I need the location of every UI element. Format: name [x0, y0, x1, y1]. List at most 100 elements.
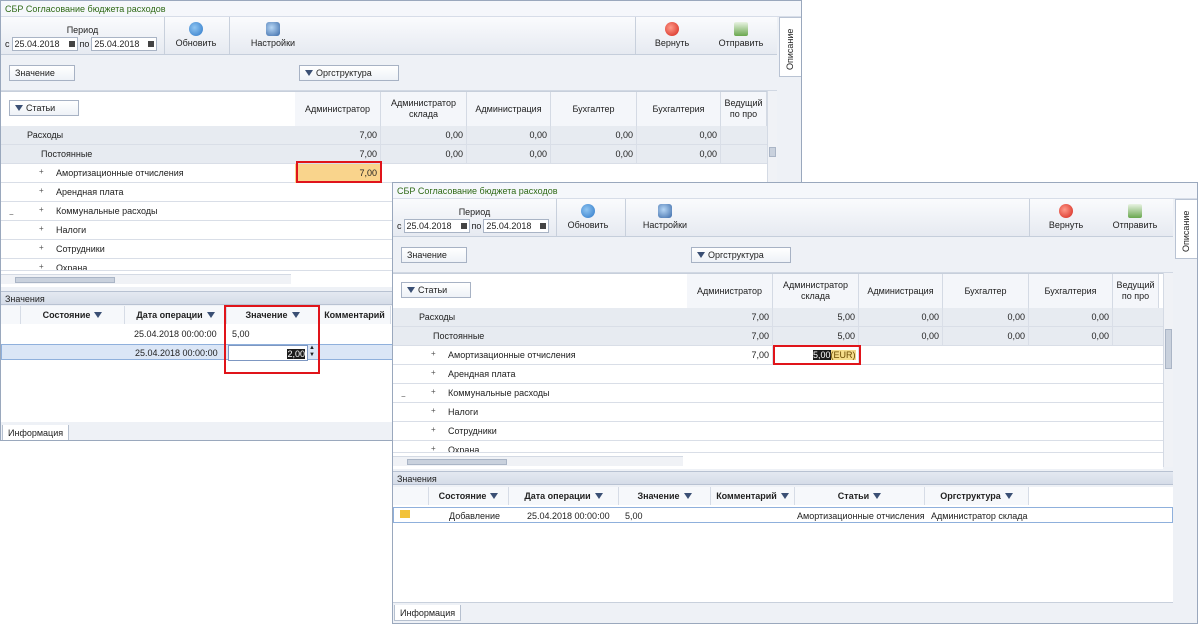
col-comment[interactable]: Комментарий: [319, 306, 391, 324]
period-group: Период с 25.04.2018 по 25.04.2018: [393, 199, 557, 236]
pivot-row-item[interactable]: + Сотрудники: [393, 422, 1163, 441]
vertical-scrollbar[interactable]: [767, 91, 777, 191]
org-structure-chip[interactable]: Оргструктура: [299, 65, 399, 81]
settings-button[interactable]: Настройки: [637, 204, 693, 234]
filter-icon[interactable]: [697, 252, 705, 258]
return-button[interactable]: Вернуть: [647, 22, 697, 52]
expand-icon: +: [431, 368, 436, 377]
settings-icon: [266, 22, 280, 36]
date-from-input[interactable]: 25.04.2018: [11, 37, 78, 51]
col-state[interactable]: Состояние: [21, 306, 125, 324]
pivot-row-item[interactable]: + Коммунальные расходы: [393, 384, 1163, 403]
calendar-icon[interactable]: [148, 41, 155, 47]
spin-buttons-icon[interactable]: ▲ ▼: [308, 345, 316, 361]
description-side-tab[interactable]: Описание: [779, 17, 801, 77]
to-prefix: по: [471, 221, 482, 231]
return-button[interactable]: Вернуть: [1041, 204, 1091, 234]
pivot-row-expenses: Расходы 7,00 5,00 0,00 0,00 0,00: [393, 308, 1163, 327]
collapse-icon[interactable]: −: [401, 393, 408, 401]
pivot-grid: Статьи Администратор Администратор склад…: [393, 273, 1163, 469]
collapse-icon[interactable]: −: [9, 211, 16, 219]
filter-icon: [1004, 493, 1013, 499]
pivot-row-item[interactable]: + Охрана: [393, 441, 1163, 453]
col-date[interactable]: Дата операции: [125, 306, 227, 324]
amortization-admin-cell[interactable]: 7,00: [295, 164, 381, 183]
filter-area: Значение Оргструктура: [393, 237, 1173, 273]
expand-icon: +: [431, 349, 436, 358]
expand-icon: +: [39, 186, 44, 195]
expand-icon: +: [39, 262, 44, 271]
filter-icon[interactable]: [407, 287, 415, 293]
pivot-row-item[interactable]: + Амортизационные отчисления 7,00 5,00(E…: [393, 346, 1163, 365]
period-label: Период: [66, 25, 99, 35]
toolbar: Период с 25.04.2018 по 25.04.2018 Обнови…: [393, 199, 1173, 237]
col-header[interactable]: Бухгалтерия: [1029, 274, 1113, 308]
date-to-input[interactable]: 25.04.2018: [483, 219, 550, 233]
filter-icon: [490, 493, 499, 499]
calendar-icon[interactable]: [460, 223, 467, 229]
value-field-chip[interactable]: Значение: [9, 65, 75, 81]
expand-icon: +: [431, 425, 436, 434]
refresh-icon: [189, 22, 203, 36]
pivot-row-item[interactable]: + Налоги: [393, 403, 1163, 422]
org-structure-chip[interactable]: Оргструктура: [691, 247, 791, 263]
col-state[interactable]: Состояние: [429, 487, 509, 505]
settings-button[interactable]: Настройки: [245, 22, 301, 52]
refresh-button[interactable]: Обновить: [563, 204, 613, 234]
send-button[interactable]: Отправить: [713, 22, 769, 52]
col-value[interactable]: Значение: [227, 306, 319, 324]
col-header[interactable]: Ведущий по про: [1113, 274, 1159, 308]
articles-chip[interactable]: Статьи: [401, 282, 471, 298]
col-header[interactable]: Администрация: [859, 274, 943, 308]
col-header[interactable]: Администратор: [295, 92, 381, 126]
values-grid: Состояние Дата операции Значение Коммент…: [393, 487, 1173, 603]
expand-icon: +: [431, 387, 436, 396]
refresh-button[interactable]: Обновить: [171, 22, 221, 52]
expand-icon: +: [431, 444, 436, 453]
col-header[interactable]: Бухгалтер: [943, 274, 1029, 308]
calendar-icon[interactable]: [68, 41, 75, 47]
filter-icon[interactable]: [15, 105, 23, 111]
period-label: Период: [458, 207, 491, 217]
filter-icon: [683, 493, 692, 499]
return-icon: [665, 22, 679, 36]
filter-icon[interactable]: [305, 70, 313, 76]
horizontal-scrollbar[interactable]: [393, 456, 683, 466]
settings-icon: [658, 204, 672, 218]
filter-icon: [873, 493, 882, 499]
period-group: Период с 25.04.2018 по 25.04.2018: [1, 17, 165, 54]
col-header[interactable]: Администратор склада: [773, 274, 859, 308]
value-editor[interactable]: 2,00: [228, 345, 308, 361]
col-articles[interactable]: Статьи: [795, 487, 925, 505]
calendar-icon[interactable]: [540, 223, 547, 229]
info-tab[interactable]: Информация: [394, 605, 462, 621]
send-icon: [734, 22, 748, 36]
send-button[interactable]: Отправить: [1107, 204, 1163, 234]
description-side-tab[interactable]: Описание: [1175, 199, 1197, 259]
col-value[interactable]: Значение: [619, 487, 711, 505]
expand-icon: +: [39, 224, 44, 233]
expand-icon: +: [39, 167, 44, 176]
col-org[interactable]: Оргструктура: [925, 487, 1029, 505]
table-row[interactable]: Добавление 25.04.2018 00:00:00 5,00 Амор…: [393, 507, 1173, 523]
date-to-input[interactable]: 25.04.2018: [91, 37, 158, 51]
articles-chip[interactable]: Статьи: [9, 100, 79, 116]
col-header[interactable]: Бухгалтер: [551, 92, 637, 126]
col-header[interactable]: Бухгалтерия: [637, 92, 721, 126]
info-tab[interactable]: Информация: [2, 425, 70, 440]
horizontal-scrollbar[interactable]: [1, 274, 291, 284]
date-from-input[interactable]: 25.04.2018: [403, 219, 470, 233]
pivot-row-item[interactable]: + Амортизационные отчисления 7,00: [1, 164, 767, 183]
pivot-row-constant: Постоянные 7,00 5,00 0,00 0,00 0,00: [393, 327, 1163, 346]
col-date[interactable]: Дата операции: [509, 487, 619, 505]
col-header[interactable]: Администратор склада: [381, 92, 467, 126]
col-header[interactable]: Ведущий по про: [721, 92, 767, 126]
col-comment[interactable]: Комментарий: [711, 487, 795, 505]
col-header[interactable]: Администратор: [687, 274, 773, 308]
value-cell-editor[interactable]: 5,00(EUR): [773, 346, 859, 365]
value-field-chip[interactable]: Значение: [401, 247, 467, 263]
col-header[interactable]: Администрация: [467, 92, 551, 126]
vertical-scrollbar[interactable]: [1163, 273, 1173, 467]
from-prefix: с: [397, 221, 402, 231]
pivot-row-item[interactable]: + Арендная плата: [393, 365, 1163, 384]
